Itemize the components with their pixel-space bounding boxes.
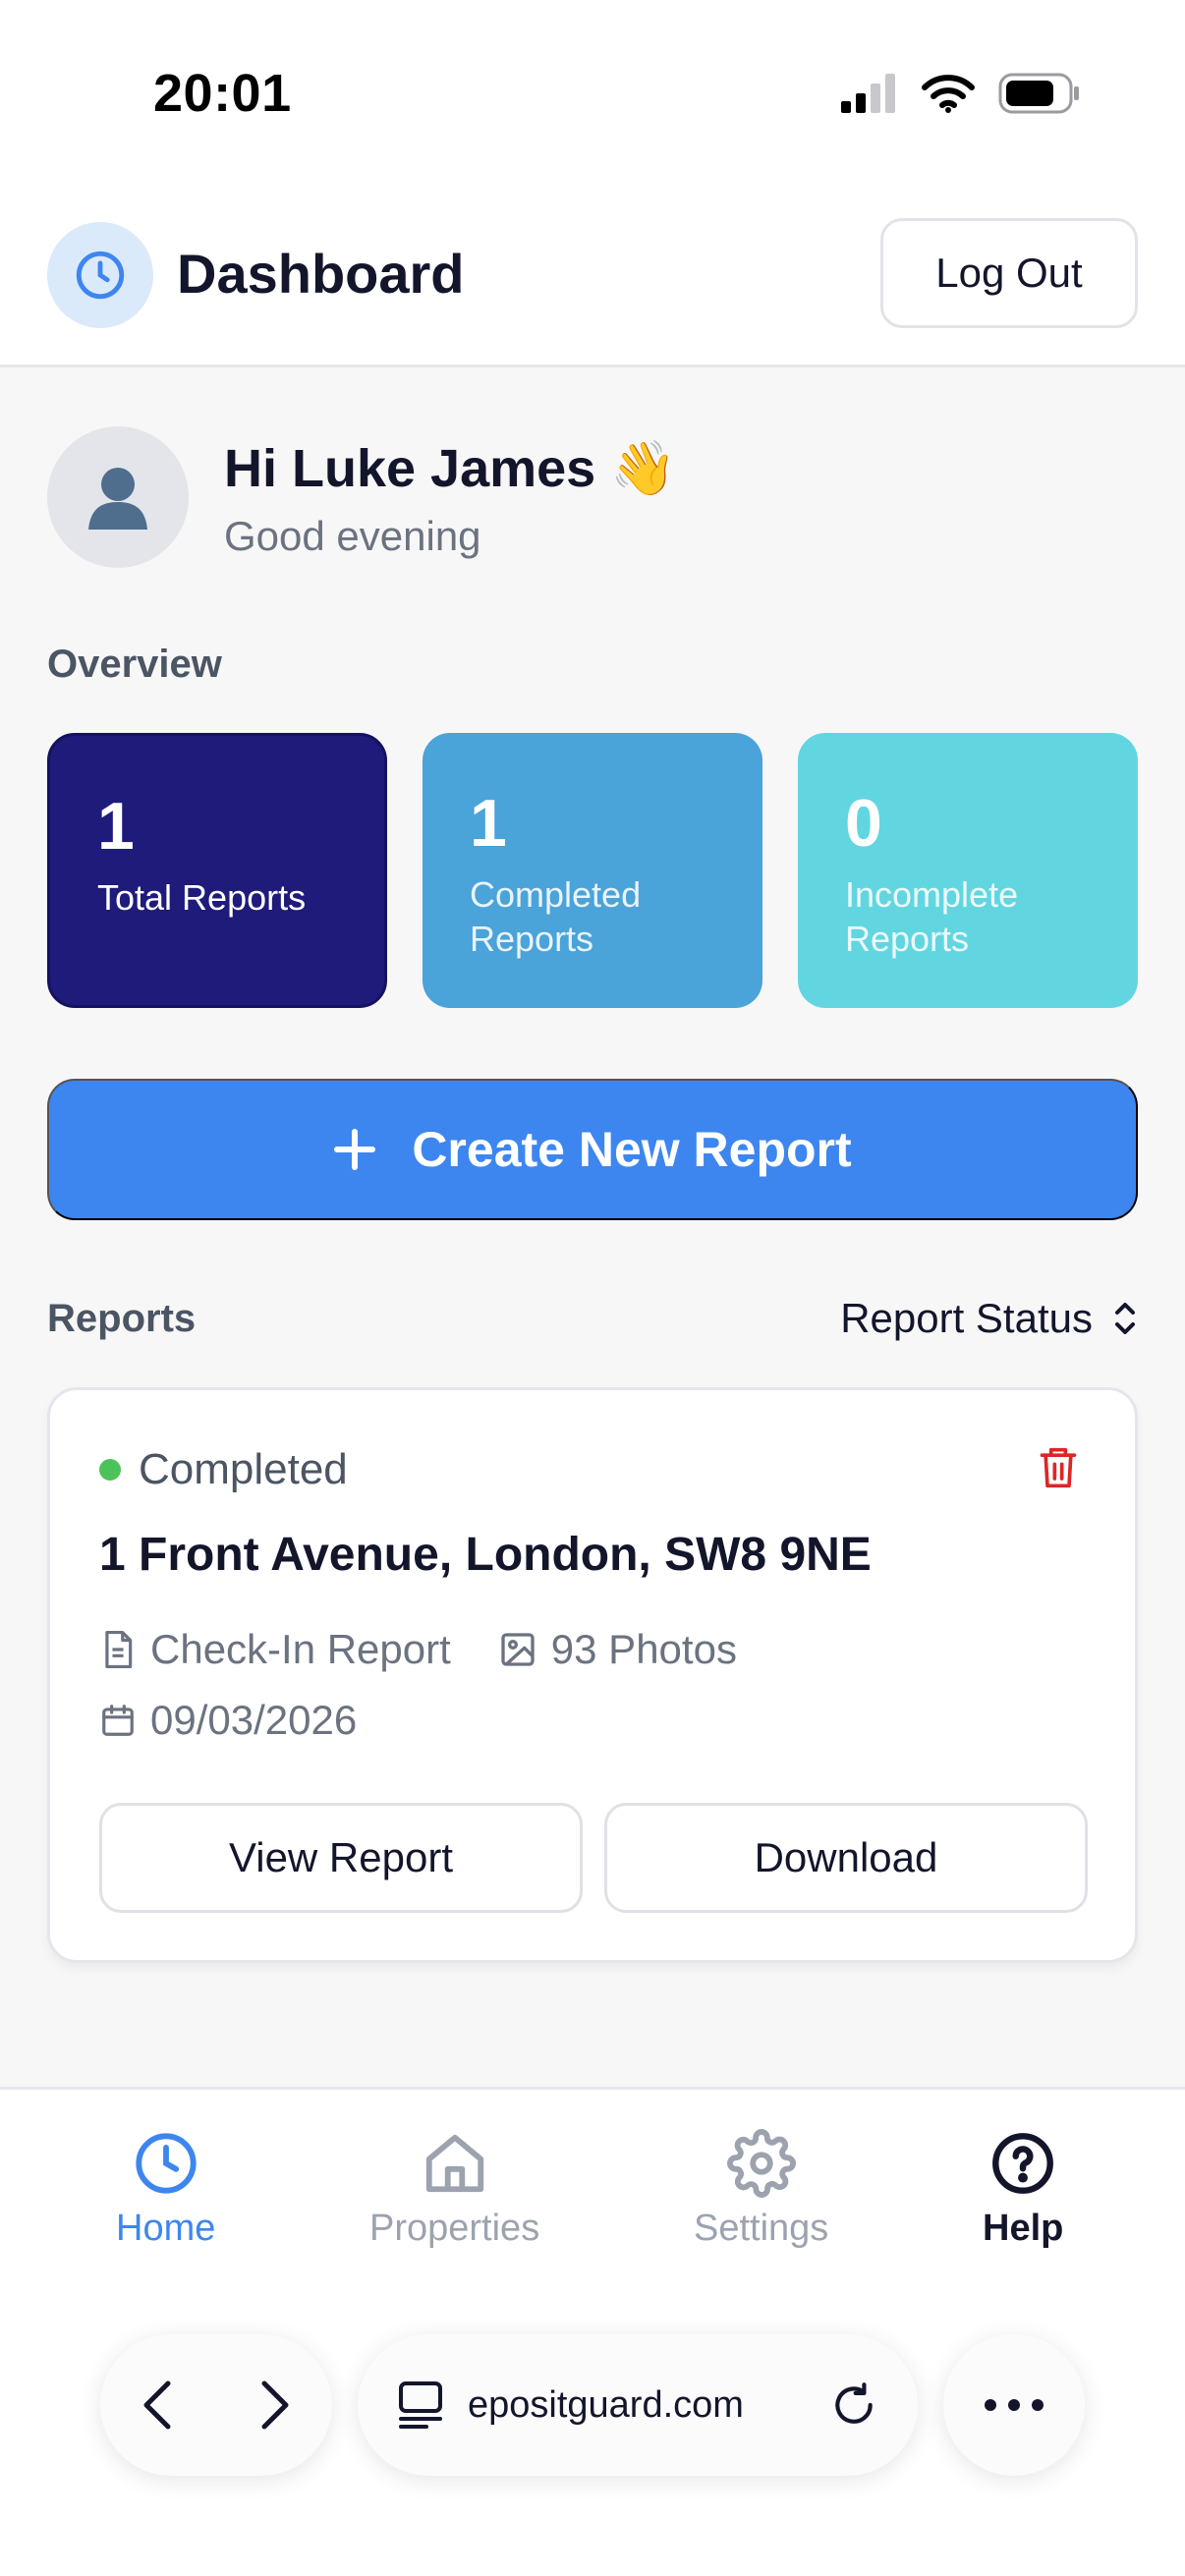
back-icon[interactable] — [139, 2378, 178, 2433]
report-type: Check-In Report — [99, 1626, 451, 1673]
reports-heading: Reports — [47, 1297, 197, 1340]
gear-icon — [726, 2129, 796, 2198]
address-bar[interactable]: epositguard.com — [358, 2334, 918, 2476]
nav-label: Home — [116, 2208, 216, 2249]
calendar-icon — [99, 1701, 137, 1740]
nav-label: Properties — [369, 2208, 540, 2249]
report-date-row: 09/03/2026 — [99, 1697, 357, 1744]
stat-card-incomplete[interactable]: 0 Incomplete Reports — [798, 733, 1138, 1008]
create-new-report-button[interactable]: Create New Report — [47, 1079, 1138, 1220]
report-date: 09/03/2026 — [99, 1697, 357, 1744]
cellular-signal-icon — [841, 74, 898, 113]
report-status: Completed — [99, 1445, 348, 1494]
report-address: 1 Front Avenue, London, SW8 9NE — [99, 1529, 872, 1581]
nav-item-home[interactable]: Home — [116, 2129, 215, 2250]
nav-label: Settings — [694, 2208, 829, 2249]
clock-icon — [132, 2129, 200, 2198]
nav-label: Help — [983, 2208, 1064, 2249]
nav-item-help[interactable]: Help — [983, 2129, 1063, 2250]
stat-label: Incomplete Reports — [845, 874, 1019, 959]
report-status-sort[interactable]: Report Status — [840, 1295, 1138, 1342]
stat-value: 1 — [97, 789, 135, 864]
view-report-button[interactable]: View Report — [99, 1803, 583, 1913]
more-button[interactable] — [943, 2334, 1085, 2476]
greeting-subtitle: Good evening — [224, 513, 481, 559]
app-header: Dashboard Log Out — [0, 187, 1185, 367]
document-icon — [99, 1629, 137, 1670]
greeting-name: Hi Luke James — [224, 439, 596, 498]
status-bar: 20:01 — [0, 0, 1185, 187]
greeting-title: Hi Luke James 👋 — [224, 438, 676, 500]
report-photos-label: 93 Photos — [550, 1626, 737, 1672]
report-type-label: Check-In Report — [150, 1626, 451, 1672]
stat-value: 0 — [845, 786, 882, 861]
chevron-up-down-icon — [1112, 1299, 1138, 1338]
url-text[interactable]: epositguard.com — [468, 2384, 806, 2427]
report-date-label: 09/03/2026 — [150, 1697, 358, 1743]
overview-heading: Overview — [47, 643, 222, 686]
status-text: Completed — [139, 1445, 348, 1493]
stat-card-total[interactable]: 1 Total Reports — [47, 733, 387, 1008]
user-icon — [86, 463, 149, 532]
download-button[interactable]: Download — [604, 1803, 1088, 1913]
avatar — [47, 426, 189, 568]
clock-icon — [47, 222, 153, 328]
bottom-nav: Home Properties Settings Help — [0, 2087, 1185, 2576]
sort-label: Report Status — [840, 1295, 1093, 1341]
browser-nav-group — [100, 2334, 332, 2476]
stat-card-completed[interactable]: 1 Completed Reports — [423, 733, 762, 1008]
status-time: 20:01 — [153, 64, 292, 123]
report-meta-row: Check-In Report 93 Photos — [99, 1626, 737, 1673]
status-dot — [99, 1459, 121, 1481]
stat-label: Total Reports — [97, 877, 307, 918]
nav-item-properties[interactable]: Properties — [369, 2129, 539, 2250]
tabs-icon[interactable] — [397, 2380, 444, 2431]
waving-hand-icon: 👋 — [610, 439, 677, 498]
create-new-report-label: Create New Report — [412, 1122, 852, 1177]
more-icon — [983, 2397, 1045, 2413]
nav-item-settings[interactable]: Settings — [694, 2129, 828, 2250]
wifi-icon — [922, 74, 975, 113]
reload-icon[interactable] — [829, 2380, 878, 2430]
report-photos: 93 Photos — [498, 1626, 737, 1673]
trash-icon[interactable] — [1037, 1443, 1080, 1492]
image-icon — [498, 1630, 537, 1669]
forward-icon[interactable] — [254, 2378, 294, 2433]
report-card: Completed 1 Front Avenue, London, SW8 9N… — [47, 1387, 1138, 1963]
plus-icon — [333, 1128, 376, 1171]
logout-button[interactable]: Log Out — [880, 218, 1138, 328]
battery-icon — [998, 73, 1081, 114]
home-icon — [421, 2129, 489, 2198]
status-icons — [841, 73, 1081, 114]
stat-value: 1 — [470, 786, 507, 861]
stat-label: Completed Reports — [470, 874, 642, 959]
page-title: Dashboard — [177, 243, 465, 305]
help-circle-icon — [988, 2129, 1057, 2198]
